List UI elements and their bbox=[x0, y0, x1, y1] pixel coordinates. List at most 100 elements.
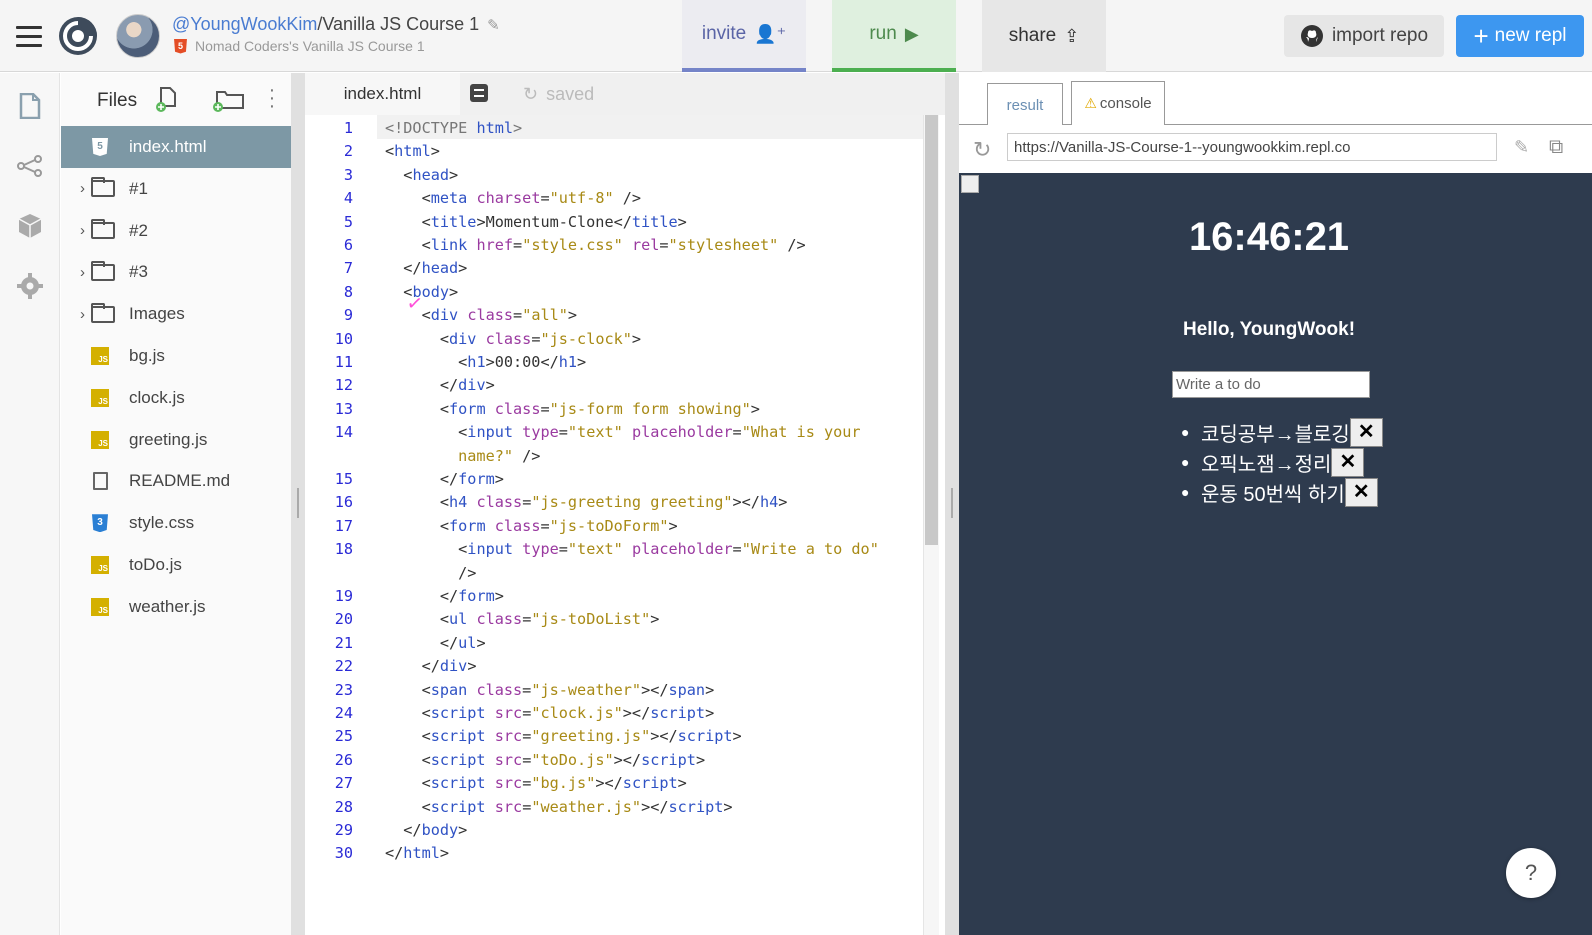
broken-image-icon bbox=[961, 175, 979, 193]
user-avatar[interactable] bbox=[116, 14, 160, 58]
settings-gear-icon[interactable] bbox=[15, 271, 45, 301]
code-line[interactable]: <form class="js-toDoForm"> bbox=[385, 517, 678, 535]
code-line[interactable]: <ul class="js-toDoList"> bbox=[385, 610, 660, 628]
file-item-greeting-js[interactable]: JS greeting.js bbox=[61, 419, 291, 461]
file-item-label: index.html bbox=[129, 137, 207, 156]
code-line[interactable]: <form class="js-form form showing"> bbox=[385, 400, 760, 418]
url-input[interactable] bbox=[1007, 133, 1497, 161]
file-item-1[interactable]: › #1 bbox=[61, 168, 291, 210]
code-line[interactable]: <body> bbox=[385, 283, 458, 301]
code-line[interactable]: <head> bbox=[385, 166, 458, 184]
help-button[interactable]: ? bbox=[1506, 848, 1556, 898]
files-title: Files bbox=[97, 90, 138, 111]
add-folder-icon[interactable] bbox=[211, 86, 245, 114]
code-line[interactable]: name?" /> bbox=[385, 447, 540, 465]
pane-splitter[interactable] bbox=[291, 73, 305, 935]
code-line[interactable]: </div> bbox=[385, 376, 495, 394]
invite-button[interactable]: invite 👤⁺ bbox=[682, 0, 806, 72]
code-line[interactable]: <div class="all"> bbox=[385, 306, 578, 324]
new-repl-button[interactable]: + new repl bbox=[1456, 15, 1584, 57]
share-button[interactable]: share ⇪ bbox=[982, 0, 1106, 72]
edit-url-pencil-icon[interactable]: ✎ bbox=[1514, 137, 1529, 158]
code-line[interactable]: <link href="style.css" rel="stylesheet" … bbox=[385, 236, 806, 254]
chevron-right-icon[interactable]: › bbox=[61, 306, 85, 323]
code-line[interactable]: </form> bbox=[385, 587, 504, 605]
code-line[interactable]: </div> bbox=[385, 657, 477, 675]
file-item-bg-js[interactable]: JS bg.js bbox=[61, 335, 291, 377]
code-line[interactable]: <script src="weather.js"></script> bbox=[385, 798, 733, 816]
files-icon[interactable] bbox=[15, 91, 45, 121]
file-item-3[interactable]: › #3 bbox=[61, 251, 291, 293]
top-bar: @YoungWookKim/Vanilla JS Course 1 ✎ 5 Nom… bbox=[0, 0, 1592, 72]
todo-text: 오픽노잼→정리 bbox=[1201, 453, 1332, 476]
folder-icon bbox=[91, 260, 115, 281]
chevron-right-icon[interactable]: › bbox=[61, 222, 85, 239]
bullet-icon: ● bbox=[1181, 484, 1190, 500]
delete-todo-button[interactable]: ✕ bbox=[1344, 477, 1378, 507]
packages-icon[interactable] bbox=[15, 211, 45, 241]
import-repo-button[interactable]: import repo bbox=[1284, 15, 1444, 57]
file-item-images[interactable]: › Images bbox=[61, 293, 291, 335]
line-number: 21 bbox=[334, 633, 353, 652]
hamburger-menu-icon[interactable] bbox=[16, 26, 42, 47]
code-line[interactable]: <meta charset="utf-8" /> bbox=[385, 189, 642, 207]
todo-list: ● 코딩공부→블로깅 ✕ ● 오픽노잼→정리 ✕ ● 운동 50번씩 하기 ✕ bbox=[1181, 417, 1383, 507]
more-options-icon[interactable]: · · · bbox=[267, 80, 277, 116]
scrollbar-thumb[interactable] bbox=[925, 115, 938, 545]
pane-splitter-right[interactable] bbox=[945, 73, 959, 935]
todo-input[interactable] bbox=[1172, 371, 1370, 398]
refresh-icon[interactable]: ↻ bbox=[973, 137, 991, 163]
file-item-index-html[interactable]: 5 index.html bbox=[61, 126, 291, 168]
delete-todo-button[interactable]: ✕ bbox=[1349, 417, 1383, 447]
format-code-icon[interactable] bbox=[470, 84, 488, 102]
run-button[interactable]: run ▶ bbox=[832, 0, 956, 72]
code-line[interactable]: <html> bbox=[385, 142, 440, 160]
edit-pencil-icon[interactable]: ✎ bbox=[487, 16, 500, 34]
repl-name[interactable]: Vanilla JS Course 1 bbox=[322, 14, 479, 34]
code-line[interactable]: <!DOCTYPE html> bbox=[385, 119, 522, 137]
code-line[interactable]: <title>Momentum-Clone</title> bbox=[385, 213, 687, 231]
add-file-icon[interactable] bbox=[155, 86, 179, 114]
editor-scrollbar[interactable] bbox=[923, 115, 939, 935]
code-line[interactable]: <script src="toDo.js"></script> bbox=[385, 751, 706, 769]
code-line[interactable]: </html> bbox=[385, 844, 449, 862]
delete-todo-button[interactable]: ✕ bbox=[1331, 447, 1365, 477]
code-line[interactable]: </head> bbox=[385, 259, 467, 277]
line-number: 20 bbox=[334, 610, 353, 629]
file-item-label: style.css bbox=[129, 513, 195, 533]
file-item-style-css[interactable]: 3 style.css bbox=[61, 502, 291, 544]
chevron-right-icon[interactable]: › bbox=[61, 180, 85, 197]
code-line[interactable]: </ul> bbox=[385, 634, 486, 652]
editor-tab-index-html[interactable]: index.html bbox=[305, 73, 460, 115]
file-item-readme-md[interactable]: README.md bbox=[61, 460, 291, 502]
code-line[interactable]: <script src="greeting.js"></script> bbox=[385, 727, 742, 745]
version-control-icon[interactable] bbox=[15, 151, 45, 181]
greeting-text: Hello, YoungWook! bbox=[1182, 319, 1356, 340]
owner-link[interactable]: @YoungWookKim bbox=[172, 14, 317, 34]
tab-result[interactable]: result bbox=[987, 83, 1063, 126]
code-line[interactable]: </form> bbox=[385, 470, 504, 488]
file-item-todo-js[interactable]: JS toDo.js bbox=[61, 544, 291, 586]
code-line[interactable]: <script src="bg.js"></script> bbox=[385, 774, 687, 792]
code-line[interactable]: /> bbox=[385, 564, 476, 582]
code-line[interactable]: <h1>00:00</h1> bbox=[385, 353, 586, 371]
file-item-weather-js[interactable]: JS weather.js bbox=[61, 586, 291, 628]
file-item-2[interactable]: › #2 bbox=[61, 210, 291, 252]
replit-logo-icon[interactable] bbox=[57, 15, 99, 57]
code-line[interactable]: <h4 class="js-greeting greeting"></h4> bbox=[385, 493, 788, 511]
code-line[interactable]: <input type="text" placeholder="What is … bbox=[385, 423, 860, 441]
code-line[interactable]: <script src="clock.js"></script> bbox=[385, 704, 715, 722]
open-in-new-tab-icon[interactable]: ⧉ bbox=[1549, 136, 1563, 159]
play-icon: ▶ bbox=[904, 23, 919, 44]
chevron-right-icon[interactable]: › bbox=[61, 264, 85, 281]
code-line[interactable]: <span class="js-weather"></span> bbox=[385, 681, 715, 699]
warning-icon: ⚠ bbox=[1084, 95, 1097, 111]
code-area[interactable]: ✓ 1 <!DOCTYPE html> 2 <html> 3 <head> 4 <meta… bbox=[305, 115, 945, 935]
file-item-clock-js[interactable]: JS clock.js bbox=[61, 377, 291, 419]
code-line[interactable]: <input type="text" placeholder="Write a … bbox=[385, 540, 879, 558]
tab-console[interactable]: ⚠ console bbox=[1071, 81, 1165, 125]
code-line[interactable]: <div class="js-clock"> bbox=[385, 330, 641, 348]
file-item-label: README.md bbox=[129, 471, 231, 491]
code-line[interactable]: </body> bbox=[385, 821, 467, 839]
plus-icon: + bbox=[1473, 21, 1489, 51]
